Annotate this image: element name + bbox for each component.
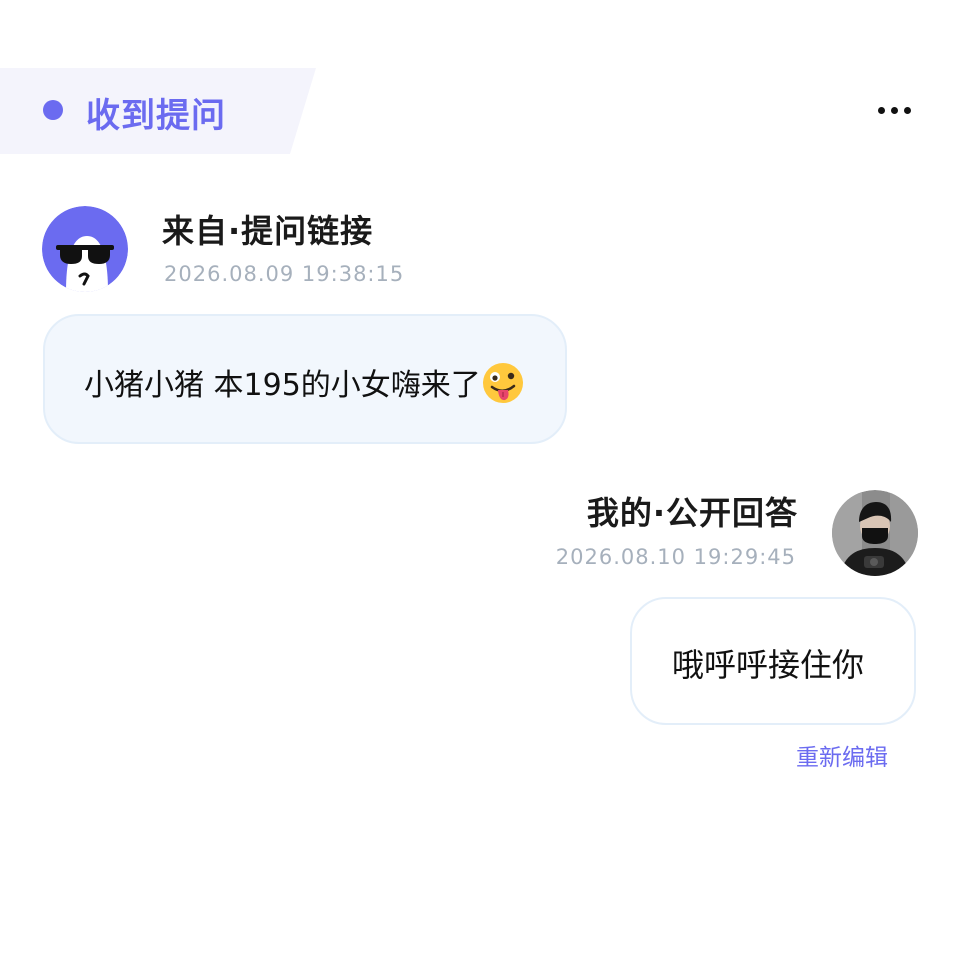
question-detail-page: 收到提问 来自·提问链接 2026.08.09 19:38:15 小猪小猪 本1… — [0, 0, 960, 960]
more-horizontal-icon — [877, 106, 885, 114]
more-dot — [903, 106, 911, 114]
reedit-button[interactable]: 重新编辑 — [796, 738, 888, 772]
question-text: 小猪小猪 本195的小女嗨来了 — [84, 368, 481, 403]
answer-timestamp: 2026.08.10 19:29:45 — [555, 545, 796, 569]
user-photo-avatar-icon — [832, 490, 918, 576]
question-timestamp: 2026.08.09 19:38:15 — [164, 262, 405, 286]
header-dot-icon — [43, 100, 63, 120]
more-options-button[interactable] — [868, 94, 920, 126]
asker-source-label: 来自·提问链接 — [162, 212, 374, 250]
zany-face-tongue-emoji-icon — [482, 362, 524, 404]
answer-text: 哦呼呼接住你 — [672, 646, 865, 684]
page-title: 收到提问 — [86, 96, 226, 136]
answerer-avatar[interactable] — [832, 490, 918, 576]
cartoon-sunglasses-avatar-icon — [42, 206, 128, 292]
answer-label: 我的·公开回答 — [586, 494, 798, 532]
asker-avatar[interactable] — [42, 206, 128, 292]
more-dot — [890, 106, 898, 114]
